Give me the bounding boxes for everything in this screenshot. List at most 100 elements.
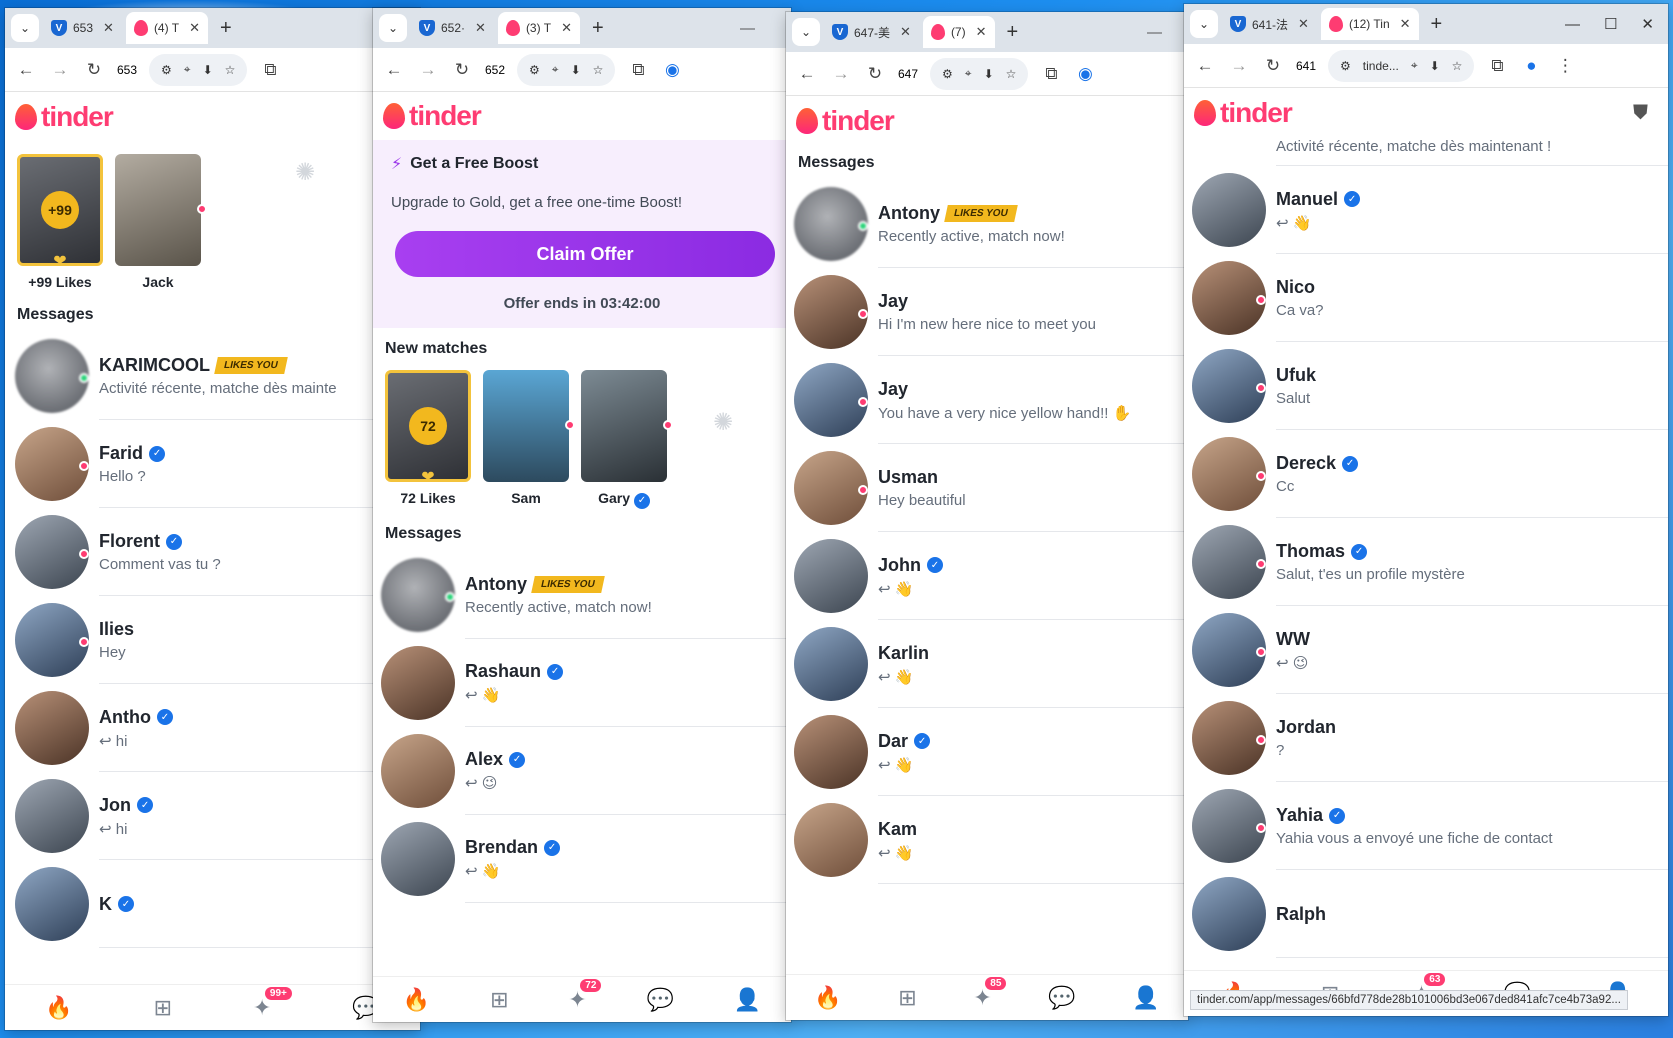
match-card[interactable]: Sam	[483, 370, 575, 509]
new-tab-button[interactable]: +	[999, 21, 1027, 44]
back-icon[interactable]: ←	[796, 64, 818, 84]
site-settings-icon[interactable]: ⚙	[529, 63, 540, 77]
location-icon[interactable]: ⌖	[184, 62, 191, 77]
message-row[interactable]: Ralph	[1184, 870, 1668, 958]
message-row[interactable]: Ilies Hey	[7, 596, 420, 684]
likes-sparkle-icon[interactable]: ✦ 99+	[253, 986, 292, 1021]
reload-icon[interactable]: ↻	[1262, 56, 1284, 76]
message-row[interactable]: Brendan ✓ ↩ 👋	[373, 815, 791, 903]
message-row[interactable]: Rashaun ✓ ↩ 👋	[373, 639, 791, 727]
tab-1[interactable]: V 647-美 ✕	[824, 16, 919, 48]
install-icon[interactable]: ⬇	[571, 63, 581, 77]
tinder-logo[interactable]: tinder	[786, 96, 1188, 146]
tab-2[interactable]: (7) ✕	[922, 16, 995, 48]
tab-2[interactable]: (4) T ✕	[125, 12, 208, 44]
message-row[interactable]: Manuel ✓ ↩ 👋	[1184, 166, 1668, 254]
install-icon[interactable]: ⬇	[1430, 59, 1440, 73]
flame-nav-icon[interactable]: 🔥	[403, 987, 430, 1013]
close-icon[interactable]: ✕	[1400, 16, 1411, 32]
close-icon[interactable]: ✕	[561, 20, 572, 36]
back-icon[interactable]: ←	[383, 60, 405, 80]
message-row[interactable]: Kam ↩ 👋	[786, 796, 1188, 884]
message-row[interactable]: Dar ✓ ↩ 👋	[786, 708, 1188, 796]
close-icon[interactable]: ✕	[976, 24, 987, 40]
tab-search-dropdown[interactable]: ⌄	[11, 14, 39, 42]
tab-search-dropdown[interactable]: ⌄	[379, 14, 407, 42]
tab-1[interactable]: V 641-法 ✕	[1222, 8, 1317, 40]
claim-offer-button[interactable]: Claim Offer	[395, 231, 775, 277]
message-row[interactable]: John ✓ ↩ 👋	[786, 532, 1188, 620]
site-settings-icon[interactable]: ⚙	[161, 63, 172, 77]
star-icon[interactable]: ☆	[1452, 59, 1463, 73]
maximize-button[interactable]: ☐	[1604, 15, 1617, 33]
chat-icon[interactable]: 💬	[647, 987, 674, 1013]
message-row-partial[interactable]: Activité récente, matche dès maintenant …	[1184, 126, 1668, 166]
extensions-icon[interactable]: ⧉	[1486, 56, 1508, 76]
message-row[interactable]: Alex ✓ ↩ 😉	[373, 727, 791, 815]
star-icon[interactable]: ☆	[225, 63, 236, 77]
message-row[interactable]: Jay Hi I'm new here nice to meet you	[786, 268, 1188, 356]
address-bar[interactable]: 653	[117, 63, 137, 77]
address-bar[interactable]: tinde...	[1363, 59, 1399, 73]
tab-1[interactable]: V 653 ✕	[43, 12, 122, 44]
address-bar[interactable]: 652	[485, 63, 505, 77]
close-window-button[interactable]: ✕	[1641, 15, 1654, 33]
reload-icon[interactable]: ↻	[451, 60, 473, 80]
likes-sparkle-icon[interactable]: ✦ 85	[973, 976, 1007, 1011]
message-row[interactable]: Nico Ca va?	[1184, 254, 1668, 342]
message-row[interactable]: Jordan ?	[1184, 694, 1668, 782]
close-icon[interactable]: ✕	[475, 20, 486, 36]
menu-icon[interactable]: ⋮	[1554, 56, 1576, 76]
message-row[interactable]: KARIMCOOL LIKES YOU Activité récente, mat…	[7, 332, 420, 420]
back-icon[interactable]: ←	[15, 60, 37, 80]
extensions-icon[interactable]: ⧉	[259, 60, 281, 80]
profile-nav-icon[interactable]: 👤	[734, 987, 761, 1013]
forward-icon[interactable]: →	[830, 64, 852, 84]
message-row[interactable]: Farid ✓ Hello ?	[7, 420, 420, 508]
message-row[interactable]: WW ↩ 😉	[1184, 606, 1668, 694]
location-icon[interactable]: ⌖	[965, 66, 972, 81]
close-icon[interactable]: ✕	[900, 24, 911, 40]
shield-safety-icon[interactable]: ⛊	[1633, 102, 1648, 125]
omnibox[interactable]: ⚙ tinde... ⌖ ⬇ ☆	[1328, 49, 1475, 82]
new-tab-button[interactable]: +	[584, 17, 612, 40]
new-tab-button[interactable]: +	[212, 17, 240, 40]
close-icon[interactable]: ✕	[103, 20, 114, 36]
likes-sparkle-icon[interactable]: ✦ 72	[568, 978, 602, 1013]
location-icon[interactable]: ⌖	[552, 62, 559, 77]
profile-icon[interactable]: ●	[1520, 56, 1542, 76]
message-row[interactable]: Usman Hey beautiful	[786, 444, 1188, 532]
flame-nav-icon[interactable]: 🔥	[45, 995, 72, 1021]
message-row[interactable]: Jon ✓ ↩ hi	[7, 772, 420, 860]
chat-icon[interactable]: 💬	[1048, 985, 1075, 1011]
message-row[interactable]: Antho ✓ ↩ hi	[7, 684, 420, 772]
address-bar[interactable]: 647	[898, 67, 918, 81]
tinder-logo[interactable]: tinder	[5, 92, 420, 142]
reload-icon[interactable]: ↻	[864, 64, 886, 84]
site-settings-icon[interactable]: ⚙	[942, 67, 953, 81]
likes-card[interactable]: +99 ❤ +99 Likes	[17, 154, 103, 290]
tab-search-dropdown[interactable]: ⌄	[1190, 10, 1218, 38]
profile-nav-icon[interactable]: 👤	[1132, 985, 1159, 1011]
explore-icon[interactable]: ⊞	[154, 995, 172, 1021]
message-row[interactable]: Florent ✓ Comment vas tu ?	[7, 508, 420, 596]
forward-icon[interactable]: →	[1228, 56, 1250, 76]
profile-icon[interactable]: ◉	[661, 60, 683, 80]
star-icon[interactable]: ☆	[593, 63, 604, 77]
back-icon[interactable]: ←	[1194, 56, 1216, 76]
message-row[interactable]: Thomas ✓ Salut, t'es un profile mystère	[1184, 518, 1668, 606]
message-row[interactable]: Karlin ↩ 👋	[786, 620, 1188, 708]
minimize-button[interactable]: —	[1147, 24, 1162, 41]
tab-2[interactable]: (12) Tin ✕	[1320, 8, 1419, 40]
tab-2[interactable]: (3) T ✕	[497, 12, 580, 44]
message-row[interactable]: Antony LIKES YOU Recently active, match n…	[786, 180, 1188, 268]
match-card[interactable]: Jack	[115, 154, 207, 290]
site-settings-icon[interactable]: ⚙	[1340, 59, 1351, 73]
tinder-logo[interactable]: tinder	[373, 92, 791, 140]
reload-icon[interactable]: ↻	[83, 60, 105, 80]
message-row[interactable]: Ufuk Salut	[1184, 342, 1668, 430]
explore-icon[interactable]: ⊞	[490, 987, 508, 1013]
tinder-logo[interactable]: tinder	[1194, 97, 1293, 129]
message-row[interactable]: Yahia ✓ Yahia vous a envoyé une fiche de …	[1184, 782, 1668, 870]
address-number[interactable]: 641	[1296, 59, 1316, 73]
